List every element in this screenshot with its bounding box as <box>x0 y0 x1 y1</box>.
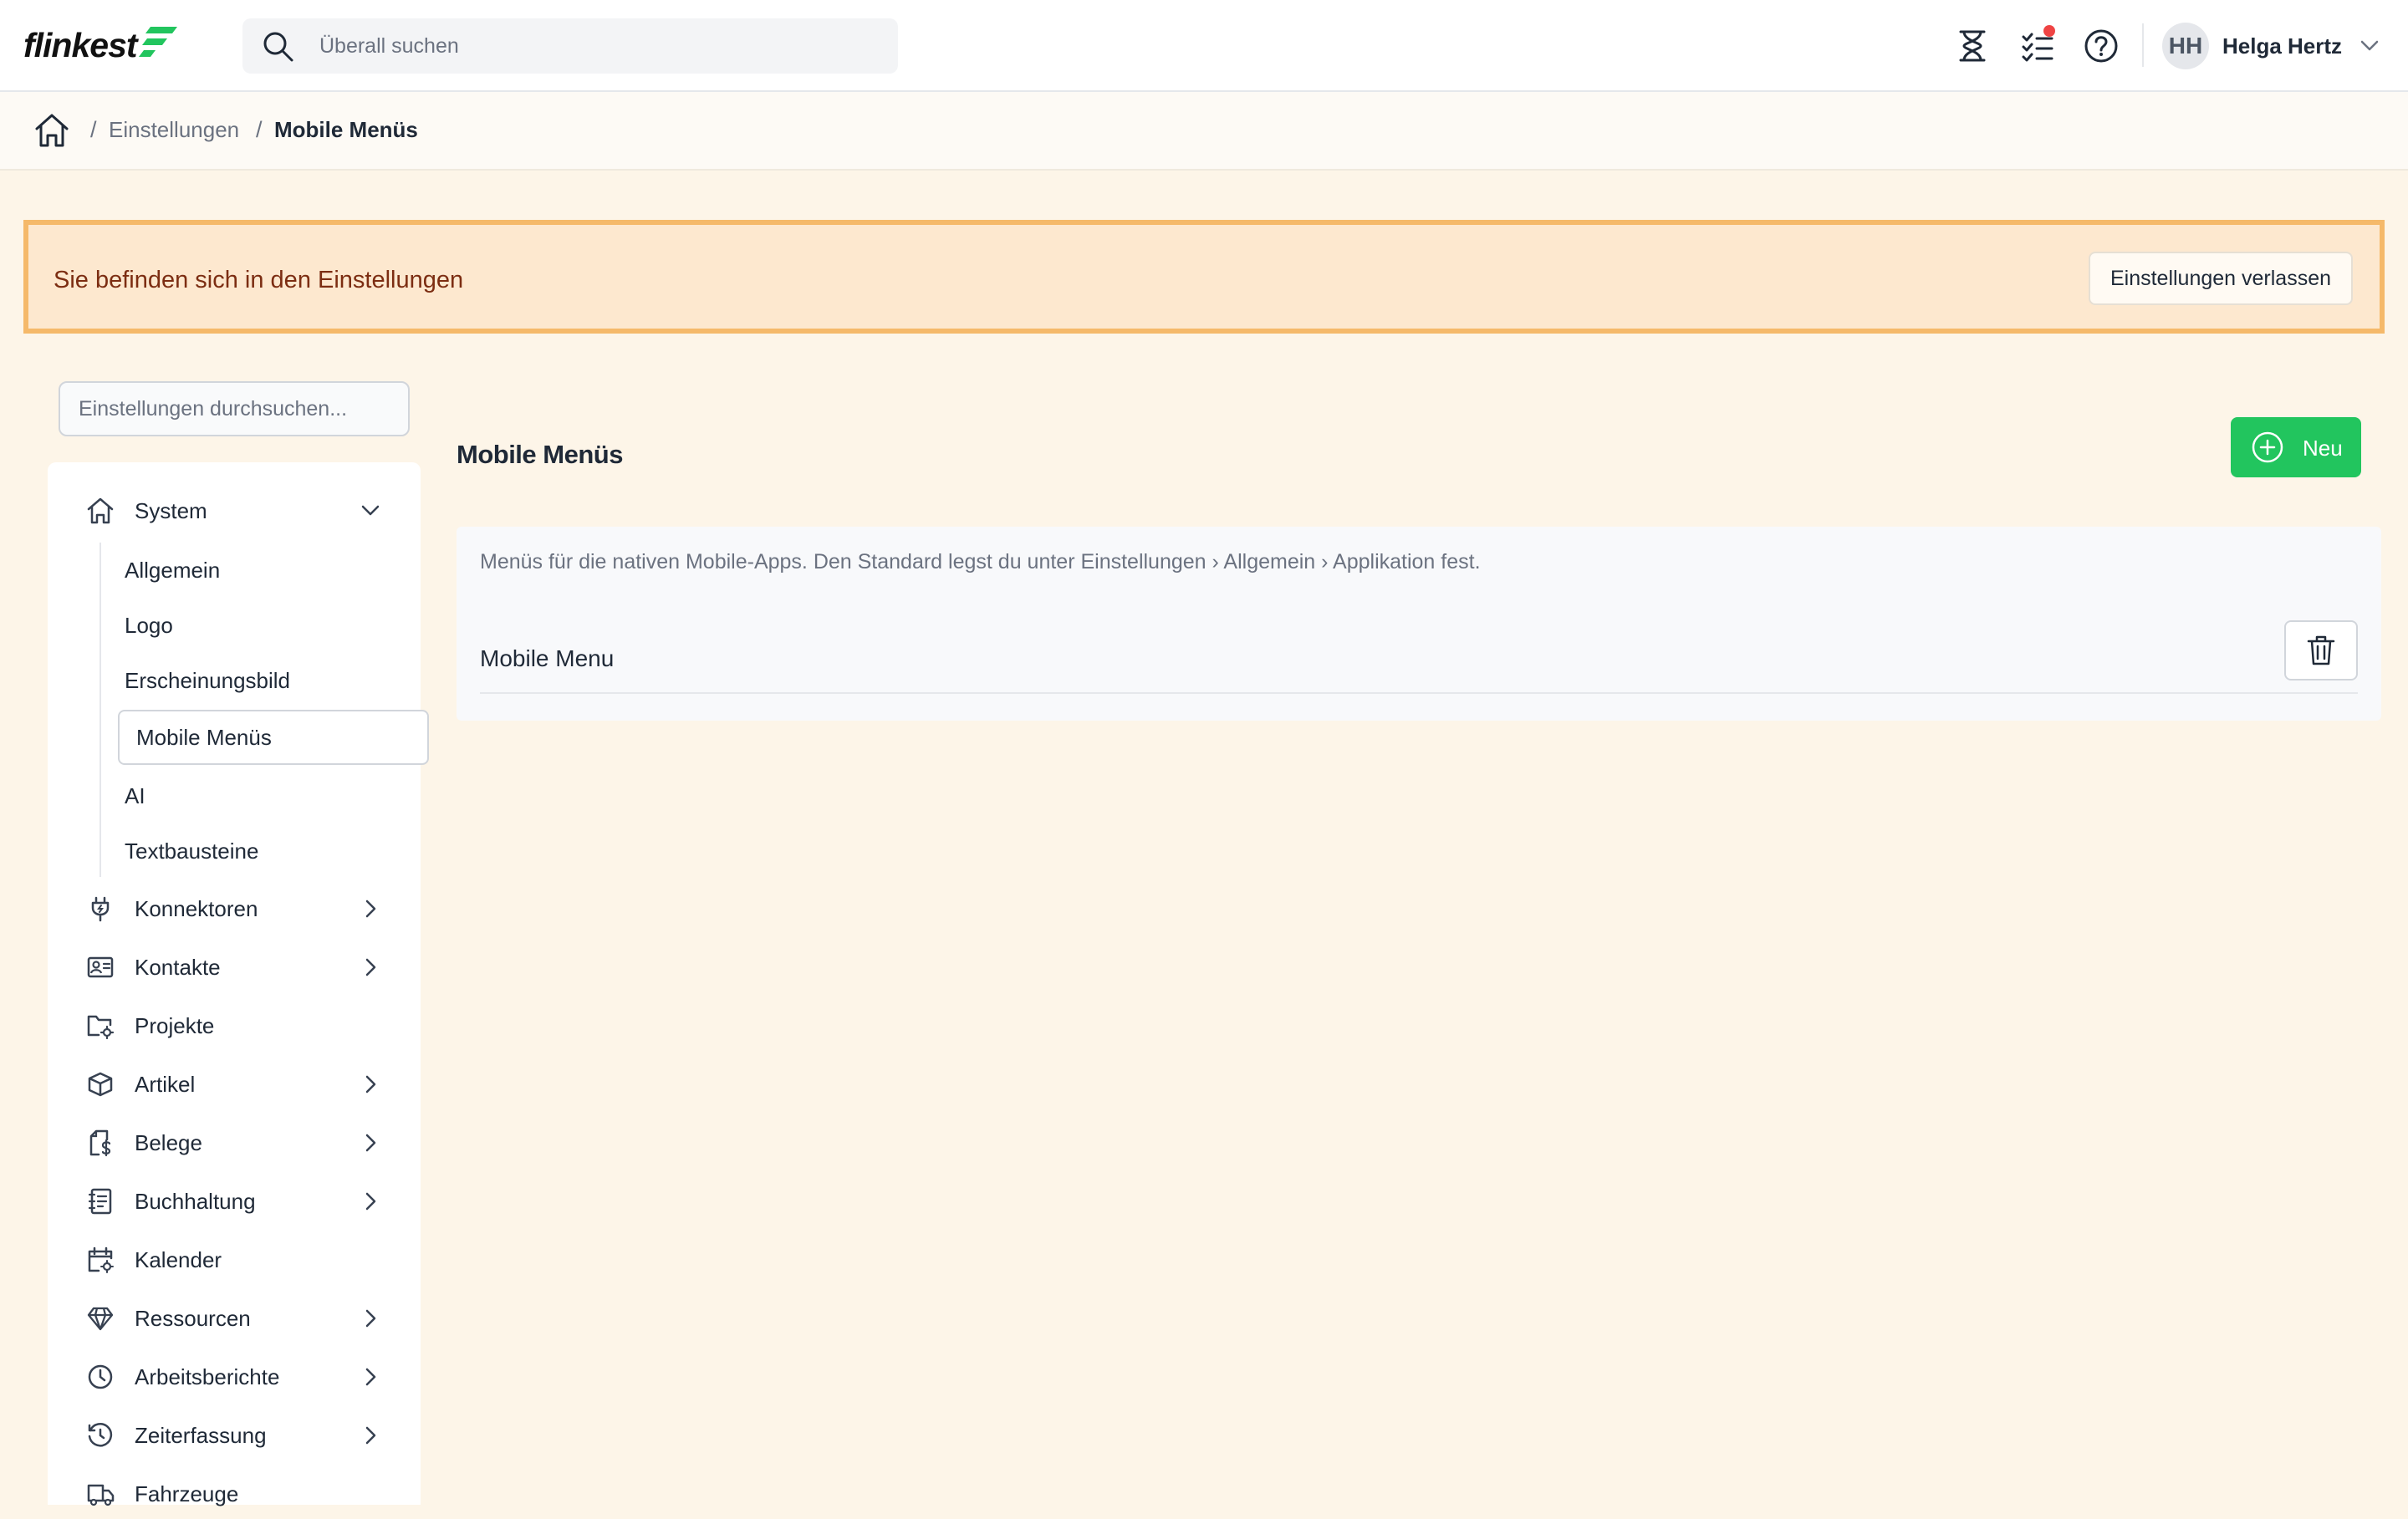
breadcrumb-current: Mobile Menüs <box>274 117 418 142</box>
sidebar-item-belege[interactable]: Belege <box>48 1118 421 1168</box>
sidebar-subitem-ai[interactable]: AI <box>120 768 431 822</box>
ledger-icon <box>86 1187 115 1216</box>
topbar-divider <box>2142 23 2144 67</box>
delete-button[interactable] <box>2284 620 2358 680</box>
avatar: HH <box>2162 23 2209 69</box>
chevron-right-icon <box>365 1368 376 1386</box>
sidebar-subitem-erscheinungsbild[interactable]: Erscheinungsbild <box>120 653 431 706</box>
notification-dot <box>2043 25 2055 37</box>
sidebar-item-fahrzeuge[interactable]: Fahrzeuge <box>48 1469 421 1519</box>
sidebar-item-buchhaltung[interactable]: Buchhaltung <box>48 1176 421 1226</box>
settings-search[interactable] <box>59 381 410 436</box>
sidebar-subitem-allgemein[interactable]: Allgemein <box>120 543 431 596</box>
chevron-right-icon <box>365 1426 376 1445</box>
sidebar-subitem-textbausteine[interactable]: Textbausteine <box>120 823 431 877</box>
chevron-down-icon <box>2360 40 2379 51</box>
sidebar-item-artikel[interactable]: Artikel <box>48 1059 421 1109</box>
sidebar-item-zeiterfassung[interactable]: Zeiterfassung <box>48 1410 421 1460</box>
sidebar-item-label: Kontakte <box>135 955 221 980</box>
tasks-button[interactable] <box>2017 25 2059 67</box>
subitem-label: Logo <box>125 613 173 638</box>
sidebar-item-label: Projekte <box>135 1013 215 1038</box>
sidebar-item-projekte[interactable]: Projekte <box>48 1001 421 1051</box>
subitem-label: Textbausteine <box>125 839 259 864</box>
sidebar-item-label: Fahrzeuge <box>135 1481 239 1506</box>
banner-text: Sie befinden sich in den Einstellungen <box>54 267 464 293</box>
diamond-icon <box>86 1304 115 1333</box>
search-icon <box>261 29 294 63</box>
sidebar-item-kalender[interactable]: Kalender <box>48 1235 421 1285</box>
home-icon[interactable] <box>33 112 70 149</box>
chevron-right-icon <box>365 1309 376 1328</box>
sidebar-item-label: Belege <box>135 1130 202 1155</box>
cube-icon <box>86 1070 115 1098</box>
page-title: Mobile Menüs <box>457 440 623 469</box>
hourglass-icon <box>1959 30 1986 62</box>
sidebar-item-label: Ressourcen <box>135 1306 251 1331</box>
subitem-label: Allgemein <box>125 558 221 583</box>
settings-search-input[interactable] <box>60 383 408 435</box>
sidebar-item-label: Buchhaltung <box>135 1189 256 1214</box>
submenu-guide <box>99 543 101 877</box>
breadcrumb: / Einstellungen / Mobile Menüs <box>0 92 2408 171</box>
list-item: Mobile Menu <box>480 620 2358 694</box>
chevron-right-icon <box>365 1192 376 1211</box>
mobile-menus-card: Menüs für die nativen Mobile-Apps. Den S… <box>457 527 2381 721</box>
breadcrumb-einstellungen[interactable]: Einstellungen <box>109 117 239 143</box>
subitem-label: AI <box>125 783 145 808</box>
calendar-icon <box>86 1246 115 1274</box>
sidebar-item-kontakte[interactable]: Kontakte <box>48 942 421 992</box>
global-search-input[interactable] <box>319 18 871 74</box>
global-search[interactable] <box>242 18 898 74</box>
plug-icon <box>86 895 115 923</box>
help-button[interactable] <box>2080 25 2122 67</box>
sidebar-item-arbeitsberichte[interactable]: Arbeitsberichte <box>48 1352 421 1402</box>
settings-banner: Sie befinden sich in den Einstellungen E… <box>23 220 2385 334</box>
help-icon <box>2084 29 2118 63</box>
user-menu[interactable]: HH Helga Hertz <box>2162 22 2379 70</box>
chevron-right-icon <box>365 1075 376 1093</box>
top-bar: flinkest HH Helga Hertz <box>0 0 2408 92</box>
logo-mark-icon <box>138 27 177 57</box>
trash-icon <box>2307 635 2335 665</box>
plus-circle-icon <box>2252 431 2283 463</box>
leave-settings-button[interactable]: Einstellungen verlassen <box>2089 252 2353 305</box>
card-description: Menüs für die nativen Mobile-Apps. Den S… <box>480 550 1481 573</box>
subitem-label: Erscheinungsbild <box>125 668 291 693</box>
sidebar-item-ressourcen[interactable]: Ressourcen <box>48 1293 421 1343</box>
hourglass-button[interactable] <box>1951 25 1993 67</box>
app-logo[interactable]: flinkest <box>23 22 179 69</box>
chevron-right-icon <box>365 900 376 918</box>
new-button-label: Neu <box>2303 436 2343 461</box>
contact-card-icon <box>86 953 115 981</box>
subitem-label: Mobile Menüs <box>136 725 272 750</box>
sidebar-item-label: System <box>135 498 207 523</box>
sidebar-item-label: Konnektoren <box>135 896 258 921</box>
sidebar-item-label: Artikel <box>135 1072 196 1097</box>
logo-text: flinkest <box>23 25 138 64</box>
breadcrumb-separator: / <box>90 117 97 142</box>
chevron-right-icon <box>365 958 376 976</box>
home-icon <box>86 497 115 525</box>
receipt-icon <box>86 1129 115 1157</box>
sidebar-subitem-mobile-menus[interactable]: Mobile Menüs <box>118 710 429 765</box>
sidebar-item-label: Kalender <box>135 1247 222 1272</box>
chevron-down-icon <box>361 505 380 516</box>
sidebar-item-system[interactable]: System <box>48 486 421 536</box>
new-button[interactable]: Neu <box>2231 417 2361 477</box>
history-icon <box>86 1421 115 1450</box>
sidebar-subitem-logo[interactable]: Logo <box>120 598 431 651</box>
user-name: Helga Hertz <box>2222 33 2343 59</box>
folder-settings-icon <box>86 1012 115 1040</box>
sidebar-item-konnektoren[interactable]: Konnektoren <box>48 884 421 934</box>
sidebar-item-label: Zeiterfassung <box>135 1423 267 1448</box>
chevron-right-icon <box>365 1134 376 1152</box>
menu-name[interactable]: Mobile Menu <box>480 645 614 672</box>
clock-icon <box>86 1363 115 1391</box>
sidebar-item-label: Arbeitsberichte <box>135 1364 280 1389</box>
truck-icon <box>86 1480 115 1508</box>
breadcrumb-separator: / <box>256 117 263 142</box>
settings-sidebar: System Allgemein Logo Erscheinungsbild M… <box>48 462 429 1506</box>
